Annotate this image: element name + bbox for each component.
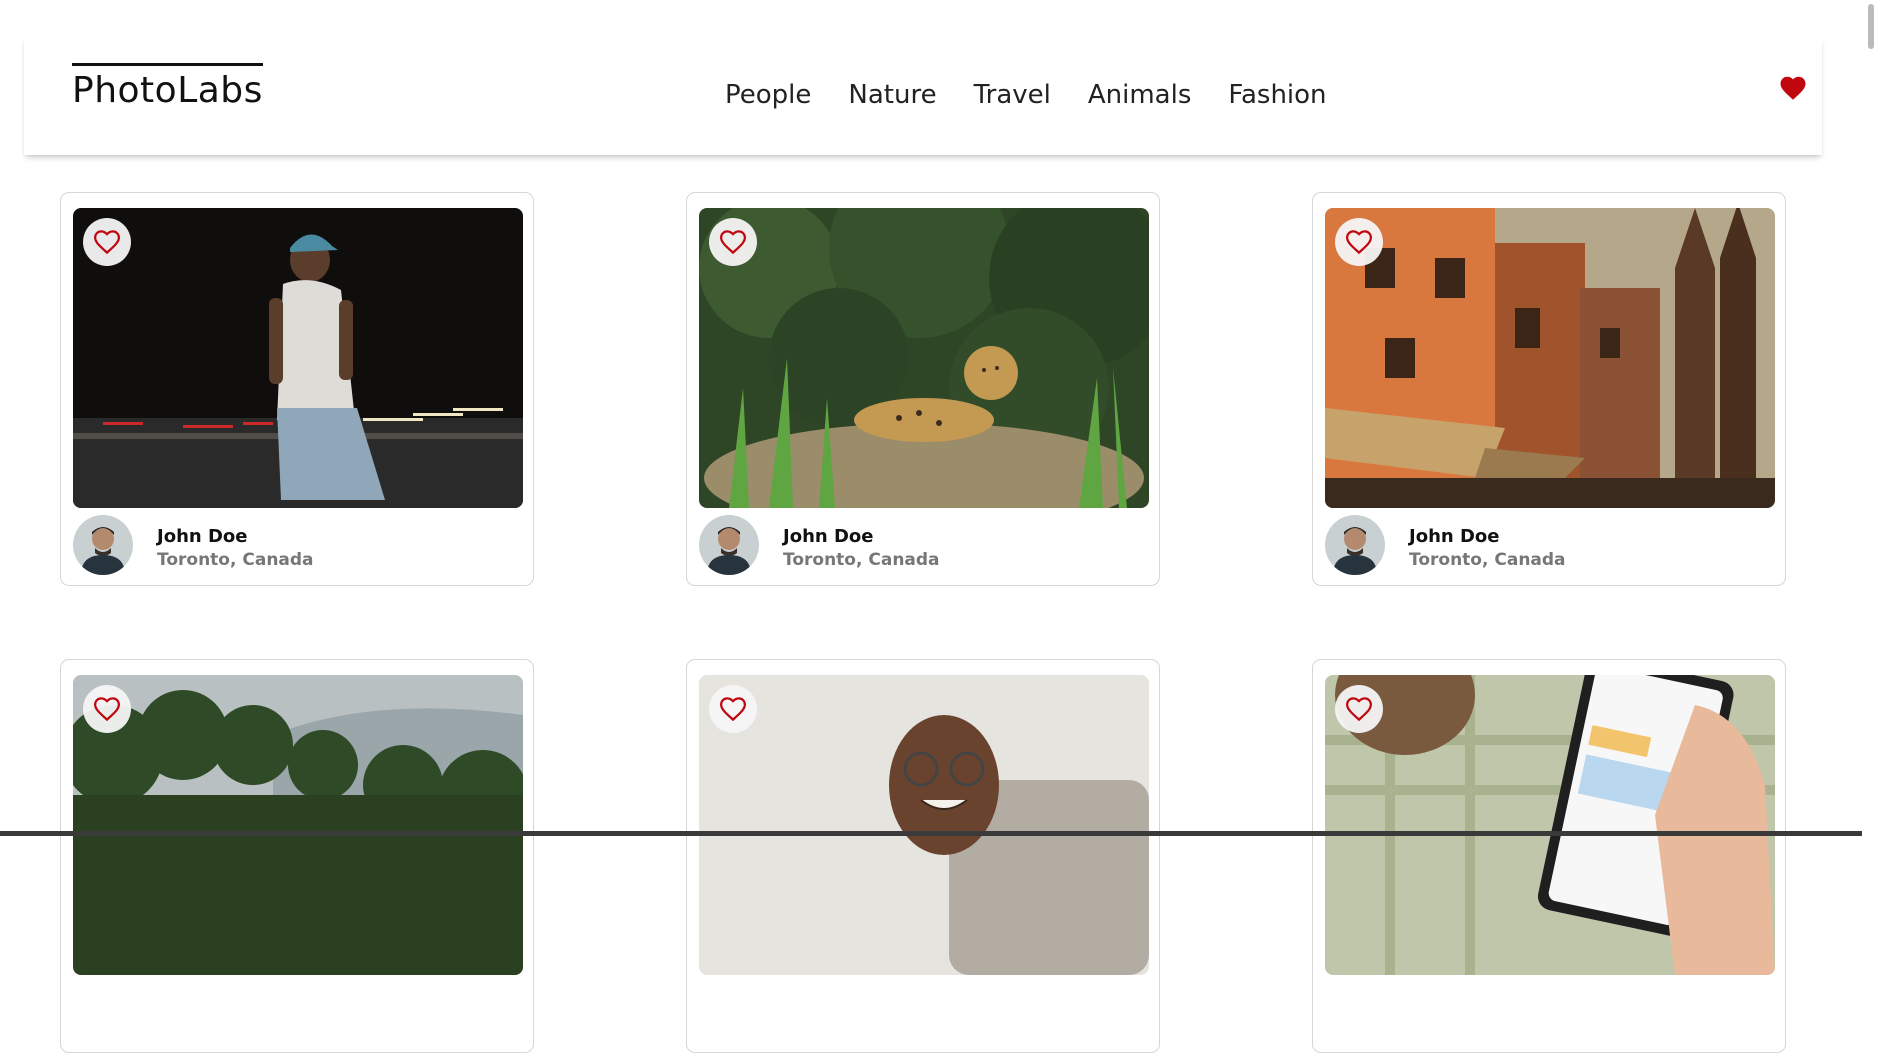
photographer-location: Toronto, Canada [157, 550, 314, 570]
topic-animals[interactable]: Animals [1088, 75, 1192, 115]
photographer-location: Toronto, Canada [1409, 550, 1566, 570]
photo-card[interactable]: John Doe Toronto, Canada [60, 192, 534, 586]
topic-travel[interactable]: Travel [974, 75, 1051, 115]
like-button[interactable] [83, 218, 131, 266]
photo-image[interactable] [699, 208, 1149, 508]
photo-image[interactable] [73, 675, 523, 975]
vertical-scrollbar[interactable] [1862, 0, 1879, 836]
photo-card[interactable]: John Doe Toronto, Canada [1312, 192, 1786, 586]
avatar [1325, 515, 1385, 575]
like-button[interactable] [1335, 685, 1383, 733]
photographer-location: Toronto, Canada [783, 550, 940, 570]
avatar [699, 515, 759, 575]
photo-card[interactable]: John Doe Toronto, Canada [686, 192, 1160, 586]
like-button[interactable] [709, 685, 757, 733]
topic-people[interactable]: People [725, 75, 811, 115]
like-button[interactable] [709, 218, 757, 266]
topic-fashion[interactable]: Fashion [1228, 75, 1326, 115]
like-button[interactable] [1335, 218, 1383, 266]
topic-list: People Nature Travel Animals Fashion [725, 75, 1327, 115]
photo-image[interactable] [699, 675, 1149, 975]
topic-nature[interactable]: Nature [848, 75, 936, 115]
bottom-edge-bar [0, 831, 1862, 836]
heart-outline-icon [719, 697, 747, 722]
heart-outline-icon [1345, 230, 1373, 255]
photo-card[interactable] [1312, 659, 1786, 1053]
scrollbar-thumb[interactable] [1868, 4, 1874, 49]
photo-image[interactable] [1325, 208, 1775, 508]
photo-card[interactable] [60, 659, 534, 1053]
heart-outline-icon [93, 697, 121, 722]
heart-outline-icon [93, 230, 121, 255]
photographer-name: John Doe [157, 526, 248, 547]
photo-card[interactable] [686, 659, 1160, 1053]
heart-outline-icon [1345, 697, 1373, 722]
avatar [73, 515, 133, 575]
photographer-name: John Doe [1409, 526, 1500, 547]
favorites-heart-icon[interactable] [1778, 73, 1808, 103]
logo[interactable]: PhotoLabs [72, 63, 263, 112]
photo-image[interactable] [1325, 675, 1775, 975]
photo-image[interactable] [73, 208, 523, 508]
top-navigation-bar: PhotoLabs People Nature Travel Animals F… [24, 37, 1822, 155]
photographer-name: John Doe [783, 526, 874, 547]
heart-outline-icon [719, 230, 747, 255]
like-button[interactable] [83, 685, 131, 733]
